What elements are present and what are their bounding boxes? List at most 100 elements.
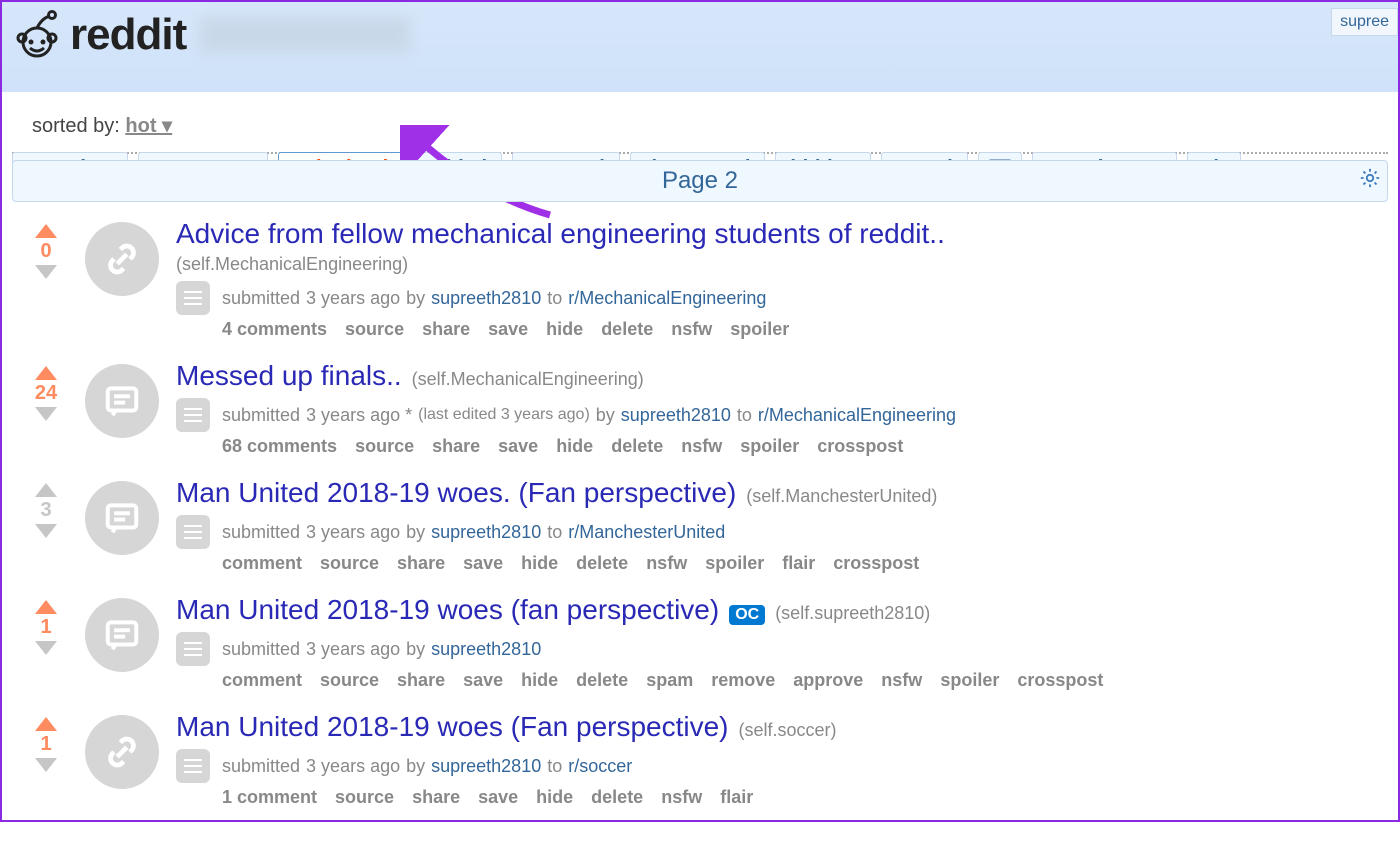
action-spam[interactable]: spam xyxy=(646,670,693,691)
post-thumbnail[interactable] xyxy=(85,222,159,296)
author-link[interactable]: supreeth2810 xyxy=(431,756,541,777)
downvote-arrow-icon[interactable] xyxy=(35,641,57,655)
action-share[interactable]: share xyxy=(422,319,470,340)
post-thumbnail[interactable] xyxy=(85,715,159,789)
action-save[interactable]: save xyxy=(488,319,528,340)
author-link[interactable]: supreeth2810 xyxy=(621,405,731,426)
action-delete[interactable]: delete xyxy=(601,319,653,340)
action-spoiler[interactable]: spoiler xyxy=(730,319,789,340)
subreddit-link[interactable]: r/soccer xyxy=(568,756,632,777)
post-time: 3 years ago xyxy=(306,756,400,777)
action-source[interactable]: source xyxy=(335,787,394,808)
subreddit-link[interactable]: r/MechanicalEngineering xyxy=(758,405,956,426)
sort-row: sorted by: hot ▾ xyxy=(2,99,1398,148)
author-link[interactable]: supreeth2810 xyxy=(431,522,541,543)
subreddit-link[interactable]: r/ManchesterUnited xyxy=(568,522,725,543)
gear-icon[interactable] xyxy=(1359,167,1381,196)
action-comment[interactable]: comment xyxy=(222,670,302,691)
action-hide[interactable]: hide xyxy=(521,553,558,574)
author-link[interactable]: supreeth2810 xyxy=(431,639,541,660)
post-domain: (self.supreeth2810) xyxy=(775,603,930,624)
action-1 comment[interactable]: 1 comment xyxy=(222,787,317,808)
vote-widget: 1 xyxy=(18,594,74,657)
upvote-arrow-icon[interactable] xyxy=(35,600,57,614)
site-header: reddit supree xyxy=(2,2,1398,92)
downvote-arrow-icon[interactable] xyxy=(35,407,57,421)
sort-dropdown[interactable]: hot ▾ xyxy=(125,115,172,137)
action-source[interactable]: source xyxy=(320,553,379,574)
upvote-arrow-icon[interactable] xyxy=(35,717,57,731)
vote-widget: 1 xyxy=(18,711,74,774)
action-hide[interactable]: hide xyxy=(521,670,558,691)
expando-button[interactable] xyxy=(176,515,210,549)
action-source[interactable]: source xyxy=(320,670,379,691)
action-nsfw[interactable]: nsfw xyxy=(681,436,722,457)
action-share[interactable]: share xyxy=(412,787,460,808)
action-source[interactable]: source xyxy=(355,436,414,457)
action-spoiler[interactable]: spoiler xyxy=(740,436,799,457)
upvote-arrow-icon[interactable] xyxy=(35,483,57,497)
site-logo-text[interactable]: reddit xyxy=(70,10,186,60)
action-nsfw[interactable]: nsfw xyxy=(671,319,712,340)
post-title-link[interactable]: Man United 2018-19 woes (Fan perspective… xyxy=(176,711,729,743)
post-thumbnail[interactable] xyxy=(85,364,159,438)
action-save[interactable]: save xyxy=(478,787,518,808)
action-save[interactable]: save xyxy=(463,670,503,691)
action-flair[interactable]: flair xyxy=(782,553,815,574)
post-title-link[interactable]: Man United 2018-19 woes. (Fan perspectiv… xyxy=(176,477,736,509)
expando-button[interactable] xyxy=(176,632,210,666)
action-hide[interactable]: hide xyxy=(546,319,583,340)
action-source[interactable]: source xyxy=(345,319,404,340)
action-crosspost[interactable]: crosspost xyxy=(833,553,919,574)
action-crosspost[interactable]: crosspost xyxy=(817,436,903,457)
upvote-arrow-icon[interactable] xyxy=(35,224,57,238)
subreddit-link[interactable]: r/MechanicalEngineering xyxy=(568,288,766,309)
action-save[interactable]: save xyxy=(498,436,538,457)
action-crosspost[interactable]: crosspost xyxy=(1017,670,1103,691)
post-score: 0 xyxy=(18,240,74,263)
action-nsfw[interactable]: nsfw xyxy=(881,670,922,691)
post-thumbnail[interactable] xyxy=(85,481,159,555)
action-approve[interactable]: approve xyxy=(793,670,863,691)
expando-button[interactable] xyxy=(176,398,210,432)
vote-widget: 3 xyxy=(18,477,74,540)
action-flair[interactable]: flair xyxy=(720,787,753,808)
post-title-link[interactable]: Man United 2018-19 woes (fan perspective… xyxy=(176,594,719,626)
action-comment[interactable]: comment xyxy=(222,553,302,574)
post-row: 24 Messed up finals.. (self.MechanicalEn… xyxy=(2,352,1398,469)
action-spoiler[interactable]: spoiler xyxy=(705,553,764,574)
post-row: 0 Advice from fellow mechanical engineer… xyxy=(2,210,1398,352)
downvote-arrow-icon[interactable] xyxy=(35,265,57,279)
action-spoiler[interactable]: spoiler xyxy=(940,670,999,691)
action-share[interactable]: share xyxy=(397,553,445,574)
action-delete[interactable]: delete xyxy=(591,787,643,808)
post-score: 24 xyxy=(18,382,74,405)
action-delete[interactable]: delete xyxy=(611,436,663,457)
post-title-link[interactable]: Advice from fellow mechanical engineerin… xyxy=(176,218,945,250)
post-title-link[interactable]: Messed up finals.. xyxy=(176,360,402,392)
user-corner[interactable]: supree xyxy=(1331,8,1398,36)
post-actions: comment source share save hide delete nsfw spoi… xyxy=(176,553,1382,574)
action-remove[interactable]: remove xyxy=(711,670,775,691)
action-delete[interactable]: delete xyxy=(576,553,628,574)
expando-button[interactable] xyxy=(176,749,210,783)
post-time: 3 years ago * xyxy=(306,405,412,426)
action-share[interactable]: share xyxy=(432,436,480,457)
action-68 comments[interactable]: 68 comments xyxy=(222,436,337,457)
downvote-arrow-icon[interactable] xyxy=(35,758,57,772)
action-hide[interactable]: hide xyxy=(556,436,593,457)
action-hide[interactable]: hide xyxy=(536,787,573,808)
action-nsfw[interactable]: nsfw xyxy=(661,787,702,808)
action-delete[interactable]: delete xyxy=(576,670,628,691)
action-save[interactable]: save xyxy=(463,553,503,574)
post-actions: 1 comment source share save hide delete nsfwfl… xyxy=(176,787,1382,808)
post-thumbnail[interactable] xyxy=(85,598,159,672)
expando-button[interactable] xyxy=(176,281,210,315)
author-link[interactable]: supreeth2810 xyxy=(431,288,541,309)
action-nsfw[interactable]: nsfw xyxy=(646,553,687,574)
action-share[interactable]: share xyxy=(397,670,445,691)
downvote-arrow-icon[interactable] xyxy=(35,524,57,538)
post-actions: 68 comments source share save hide delete nsfw… xyxy=(176,436,1382,457)
upvote-arrow-icon[interactable] xyxy=(35,366,57,380)
action-4 comments[interactable]: 4 comments xyxy=(222,319,327,340)
